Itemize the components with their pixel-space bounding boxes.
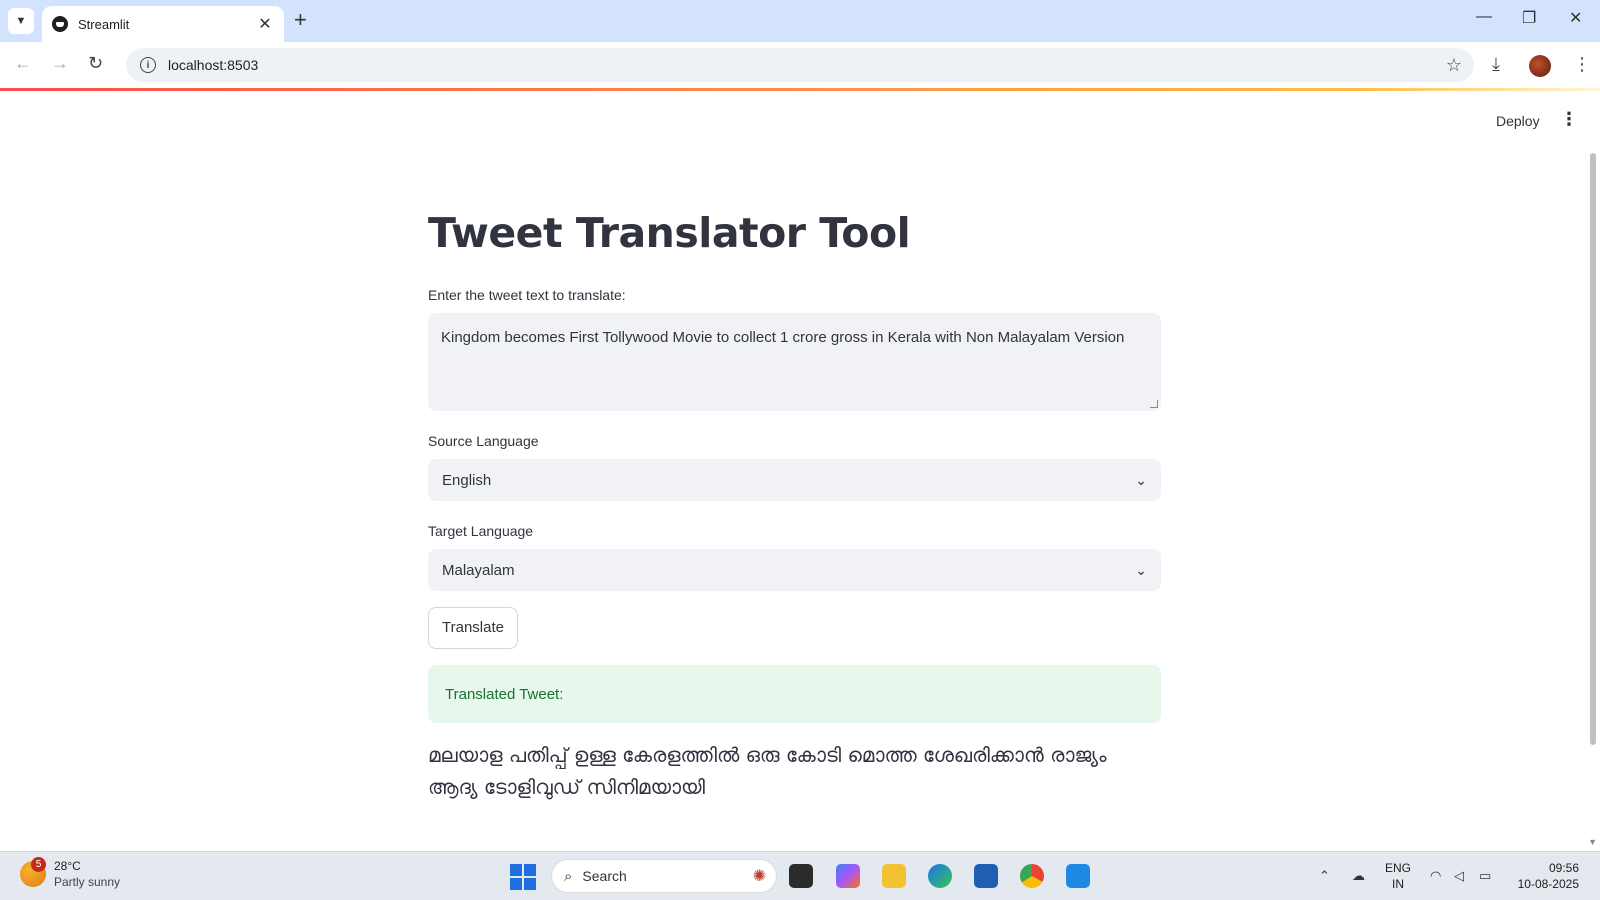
streamlit-app: Deploy ⋮ ▼ Tweet Translator Tool Enter t…: [0, 91, 1600, 851]
restore-icon[interactable]: ❐: [1522, 8, 1536, 28]
clock-date: 10-08-2025: [1517, 877, 1579, 891]
chevron-down-icon: ⌄: [1135, 471, 1147, 488]
clock-time: 09:56: [1548, 861, 1579, 875]
weather-temp: 28°C: [54, 859, 81, 873]
tweet-textarea[interactable]: Kingdom becomes First Tollywood Movie to…: [428, 313, 1161, 411]
close-tab-icon[interactable]: ✕: [256, 14, 274, 34]
browser-toolbar: ← → ↻ i localhost:8503 ☆ ⤓ ⋮: [0, 42, 1600, 88]
browser-tab-strip: ▼ Streamlit ✕ + — ❐ ✕: [0, 0, 1600, 42]
edge-icon[interactable]: [928, 864, 952, 888]
back-arrow-icon[interactable]: ←: [14, 53, 32, 74]
scroll-down-arrow-icon[interactable]: ▼: [1588, 837, 1597, 847]
forward-arrow-icon[interactable]: →: [51, 53, 69, 74]
windows-start-icon[interactable]: [510, 864, 536, 890]
target-language-select[interactable]: Malayalam ⌄: [428, 549, 1161, 591]
site-info-icon[interactable]: i: [140, 57, 156, 73]
url-text[interactable]: localhost:8503: [168, 57, 1446, 73]
taskbar: 5 28°C Partly sunny ⌕ Search ✺ ⌃ ☁ ENG I…: [0, 851, 1600, 900]
file-explorer-icon[interactable]: [882, 864, 906, 888]
tab-search-chevron-icon[interactable]: ▼: [8, 8, 34, 34]
source-language-label: Source Language: [428, 433, 539, 449]
task-view-icon[interactable]: [789, 864, 813, 888]
main-menu-icon[interactable]: ⋮: [1560, 109, 1578, 130]
volume-icon[interactable]: ◁: [1454, 868, 1464, 884]
source-language-select[interactable]: English ⌄: [428, 459, 1161, 501]
new-tab-icon[interactable]: +: [294, 9, 307, 31]
streamlit-favicon-icon: [52, 16, 68, 32]
download-icon[interactable]: ⤓: [1492, 54, 1500, 75]
search-highlight-icon: ✺: [752, 868, 766, 885]
copilot-icon[interactable]: [836, 864, 860, 888]
weather-widget[interactable]: 5 28°C Partly sunny: [20, 857, 121, 890]
taskbar-search[interactable]: ⌕ Search ✺: [551, 859, 777, 893]
search-icon: ⌕: [564, 867, 573, 885]
input-language-indicator[interactable]: ENG IN: [1385, 860, 1411, 892]
resize-grip-icon[interactable]: [1150, 400, 1158, 408]
minimize-icon[interactable]: —: [1476, 8, 1492, 26]
translated-text: മലയാള പതിപ്പ് ഉള്ള കേരളത്തിൽ ഒരു കോടി മൊ…: [428, 743, 1107, 799]
success-alert-text: Translated Tweet:: [445, 685, 564, 703]
address-bar[interactable]: i localhost:8503 ☆: [126, 48, 1474, 82]
taskbar-search-placeholder: Search: [582, 868, 627, 884]
tweet-input-label: Enter the tweet text to translate:: [428, 287, 626, 303]
wifi-icon[interactable]: ◠: [1430, 868, 1441, 884]
browser-menu-icon[interactable]: ⋮: [1573, 54, 1591, 75]
vscode-icon[interactable]: [1066, 864, 1090, 888]
battery-icon[interactable]: ▭: [1479, 868, 1491, 884]
reload-icon[interactable]: ↻: [88, 53, 103, 74]
show-hidden-icons-icon[interactable]: ⌃: [1319, 868, 1330, 884]
lang-top: ENG: [1385, 861, 1412, 875]
scrollbar-thumb[interactable]: [1590, 153, 1596, 745]
target-language-value: Malayalam: [442, 561, 515, 579]
main-content: Tweet Translator Tool Enter the tweet te…: [428, 209, 1161, 803]
translate-button[interactable]: Translate: [428, 607, 518, 649]
page-title: Tweet Translator Tool: [428, 209, 911, 257]
chrome-icon[interactable]: [1020, 864, 1044, 888]
browser-tab[interactable]: Streamlit ✕: [42, 6, 284, 42]
system-clock[interactable]: 09:56 10-08-2025: [1513, 860, 1579, 892]
close-window-icon[interactable]: ✕: [1569, 8, 1582, 28]
profile-avatar[interactable]: [1529, 55, 1551, 77]
onedrive-icon[interactable]: ☁: [1352, 868, 1365, 884]
source-language-value: English: [442, 471, 492, 489]
target-language-label: Target Language: [428, 523, 534, 539]
microsoft-store-icon[interactable]: [974, 864, 998, 888]
bookmark-star-icon[interactable]: ☆: [1446, 55, 1462, 76]
weather-badge: 5: [31, 857, 46, 872]
weather-desc: Partly sunny: [54, 875, 121, 889]
partly-sunny-icon: 5: [20, 857, 46, 887]
tab-title: Streamlit: [78, 16, 130, 32]
chevron-down-icon: ⌄: [1135, 561, 1147, 578]
tweet-textarea-value: Kingdom becomes First Tollywood Movie to…: [441, 329, 1125, 346]
lang-bottom: IN: [1392, 877, 1404, 891]
success-alert: Translated Tweet:: [428, 665, 1161, 723]
deploy-button[interactable]: Deploy: [1496, 113, 1540, 129]
